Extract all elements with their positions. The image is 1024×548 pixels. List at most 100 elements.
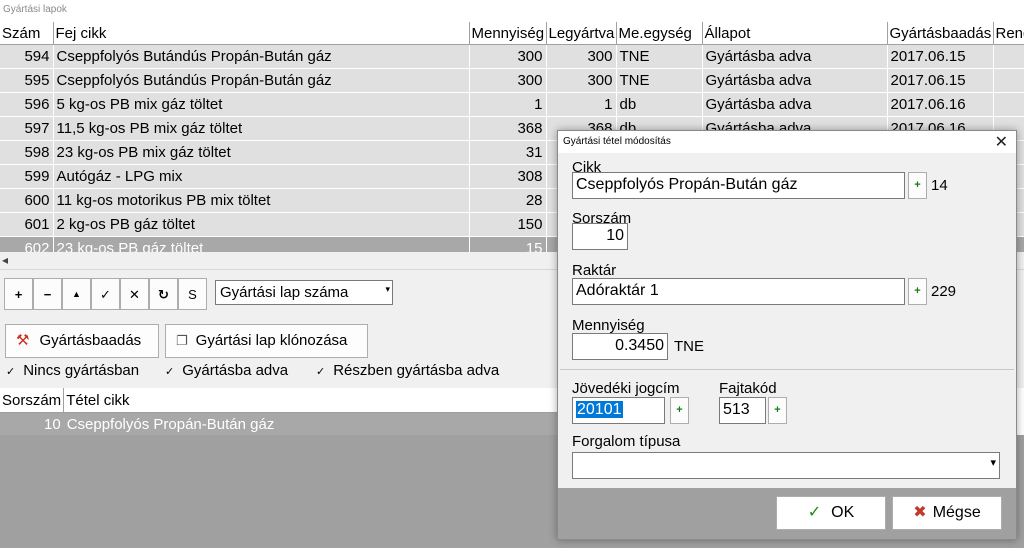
cancel-label: Mégse <box>932 504 981 521</box>
filter-adva-label: Gyártásba adva <box>182 362 289 379</box>
sort-order-value: Gyártási lap száma <box>220 284 349 301</box>
table-cell: 300 <box>469 68 547 93</box>
mennyiseg-label: Mennyiség <box>572 317 645 334</box>
filter-nincs-gyartasban[interactable]: ✓ Nincs gyártásban <box>6 362 139 379</box>
items-col-sorszam[interactable]: Sorszám <box>0 388 65 413</box>
fajtakod-field[interactable]: 513 <box>719 397 766 424</box>
copy-icon: ❐ <box>176 333 188 348</box>
table-cell: 602 <box>0 236 54 252</box>
sorszam-field[interactable]: 10 <box>572 223 628 250</box>
table-cell: 594 <box>0 44 54 69</box>
table-cell: 368 <box>469 116 547 141</box>
check-icon: ✓ <box>807 504 822 521</box>
table-cell: 598 <box>0 140 54 165</box>
table-cell: db <box>616 92 703 117</box>
ok-button[interactable]: ✓ OK <box>776 496 886 530</box>
checkbox-checked-icon[interactable]: ✓ <box>165 366 174 378</box>
table-cell <box>993 68 1024 93</box>
checkbox-checked-icon[interactable]: ✓ <box>6 366 15 378</box>
table-cell: 300 <box>546 44 617 69</box>
table-cell: 601 <box>0 212 54 237</box>
table-cell: 308 <box>469 164 547 189</box>
wrench-icon: ⚒ <box>16 332 30 349</box>
grid-col-allapot[interactable]: Állapot <box>702 22 888 45</box>
post-button[interactable]: ✓ <box>91 278 120 310</box>
dialog-divider <box>560 369 1014 370</box>
items-cell-sorszam: 10 <box>0 412 64 435</box>
table-cell: 1 <box>469 92 547 117</box>
jovedeki-field[interactable]: 20101 <box>572 397 665 424</box>
table-cell: Gyártásba adva <box>702 44 888 69</box>
table-cell: 23 kg-os PB gáz töltet <box>53 236 470 252</box>
cikk-field[interactable]: Cseppfolyós Propán-Bután gáz <box>572 172 905 199</box>
refresh-button[interactable]: ↻ <box>149 278 178 310</box>
raktar-picker-button[interactable]: + <box>908 278 927 305</box>
table-cell <box>993 44 1024 69</box>
table-cell: 2017.06.15 <box>887 68 994 93</box>
table-cell: 1 <box>546 92 617 117</box>
fajtakod-label: Fajtakód <box>719 380 777 397</box>
scroll-left-icon[interactable]: ◂ <box>2 253 8 267</box>
table-cell: 5 kg-os PB mix gáz töltet <box>53 92 470 117</box>
grid-col-legyartva[interactable]: Legyártva <box>546 22 617 45</box>
items-row[interactable]: 10 Cseppfolyós Propán-Bután gáz <box>0 412 564 435</box>
raktar-code: 229 <box>931 283 957 300</box>
grid-col-me-egyseg[interactable]: Me.egység <box>616 22 703 45</box>
clone-sheet-label: Gyártási lap klónozása <box>195 332 348 349</box>
sort-order-select[interactable]: Gyártási lap száma ▾ <box>215 280 393 305</box>
raktar-field[interactable]: Adóraktár 1 <box>572 278 905 305</box>
table-cell: 599 <box>0 164 54 189</box>
filter-reszben-label: Részben gyártásba adva <box>333 362 500 379</box>
chevron-down-icon[interactable]: ▾ <box>990 456 996 469</box>
jovedeki-label: Jövedéki jogcím <box>572 380 680 397</box>
table-row[interactable]: 594 Cseppfolyós Butándús Propán-Bután gáz… <box>0 44 1024 69</box>
mennyiseg-field[interactable]: 0.3450 <box>572 333 668 360</box>
grid-col-szam[interactable]: Szám <box>0 22 54 45</box>
table-cell: Autógáz - LPG mix <box>53 164 470 189</box>
table-row[interactable]: 595 Cseppfolyós Butándús Propán-Bután gáz… <box>0 68 1024 93</box>
table-cell: 31 <box>469 140 547 165</box>
table-cell: 23 kg-os PB mix gáz töltet <box>53 140 470 165</box>
gyartasbaadas-button[interactable]: ⚒ Gyártásbaadás <box>5 324 159 358</box>
raktar-label: Raktár <box>572 262 617 279</box>
grid-col-mennyiseg[interactable]: Mennyiség <box>469 22 547 45</box>
cikk-picker-button[interactable]: + <box>908 172 927 199</box>
forgalom-label: Forgalom típusa <box>572 433 681 450</box>
dialog-title: Gyártási tétel módosítás <box>558 131 1016 153</box>
table-cell: Gyártásba adva <box>702 68 888 93</box>
add-record-button[interactable]: + <box>4 278 33 310</box>
table-cell: 300 <box>546 68 617 93</box>
clone-sheet-button[interactable]: ❐ Gyártási lap klónozása <box>165 324 368 358</box>
items-cell-cikk: Cseppfolyós Propán-Bután gáz <box>63 412 564 435</box>
table-cell: TNE <box>616 44 703 69</box>
table-cell: 15 <box>469 236 547 252</box>
jovedeki-picker-button[interactable]: + <box>670 397 689 424</box>
table-cell: Cseppfolyós Butándús Propán-Bután gáz <box>53 68 470 93</box>
items-header-row: Sorszám Tétel cikk <box>0 388 565 413</box>
grid-col-fej-cikk[interactable]: Fej cikk <box>53 22 470 45</box>
fajtakod-picker-button[interactable]: + <box>768 397 787 424</box>
ok-label: OK <box>831 504 855 521</box>
checkbox-checked-icon[interactable]: ✓ <box>316 366 325 378</box>
delete-record-button[interactable]: − <box>33 278 62 310</box>
table-cell: 2017.06.15 <box>887 44 994 69</box>
forgalom-select[interactable]: ▾ <box>572 452 1000 479</box>
table-cell: 596 <box>0 92 54 117</box>
table-cell: 600 <box>0 188 54 213</box>
grid-col-rendel[interactable]: Rendel <box>993 22 1024 45</box>
filter-nincs-label: Nincs gyártásban <box>23 362 140 379</box>
close-icon[interactable]: ✕ <box>995 132 1008 152</box>
table-cell: 2 kg-os PB gáz töltet <box>53 212 470 237</box>
mennyiseg-unit: TNE <box>674 338 704 355</box>
edit-up-button[interactable]: ▲ <box>62 278 91 310</box>
grid-col-gyartasbaadas[interactable]: Gyártásbaadás <box>887 22 994 45</box>
table-row[interactable]: 596 5 kg-os PB mix gáz töltet 1 1 db Gyártásb… <box>0 92 1024 117</box>
table-cell: 2017.06.16 <box>887 92 994 117</box>
items-col-tetel-cikk[interactable]: Tétel cikk <box>63 388 565 413</box>
filter-gyartasba-adva[interactable]: ✓ Gyártásba adva <box>165 362 288 379</box>
window-title: Gyártási lapok <box>0 0 1024 22</box>
search-s-button[interactable]: S <box>178 278 207 310</box>
filter-reszben[interactable]: ✓ Részben gyártásba adva <box>316 362 499 379</box>
cancel-button[interactable]: ✖ Mégse <box>892 496 1002 530</box>
cancel-edit-button[interactable]: ✕ <box>120 278 149 310</box>
